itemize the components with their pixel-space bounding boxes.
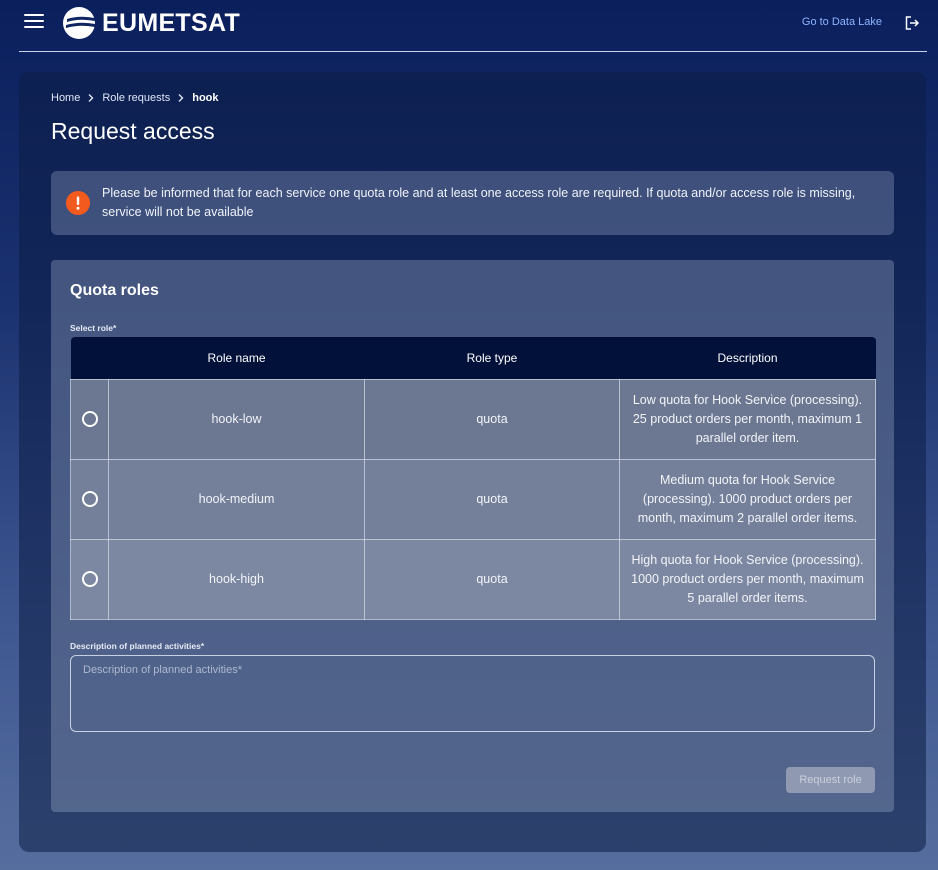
quota-roles-card: Quota roles Select role* Role name Role …: [51, 260, 894, 812]
request-role-button[interactable]: Request role: [786, 767, 875, 793]
info-icon: [66, 191, 90, 215]
header-divider: [19, 51, 927, 52]
chevron-right-icon: [88, 94, 94, 102]
logout-icon[interactable]: [904, 15, 920, 31]
main-card: Home Role requests hook Request access P…: [19, 72, 926, 852]
column-header-select: [70, 337, 109, 379]
column-header-role-type: Role type: [364, 337, 620, 379]
role-description-cell: Medium quota for Hook Service (processin…: [619, 458, 876, 540]
quota-roles-table: Role name Role type Description hook-low…: [70, 337, 876, 620]
brand-name: EUMETSAT: [102, 8, 241, 37]
page-title: Request access: [51, 118, 215, 144]
role-radio-cell[interactable]: [70, 538, 109, 620]
radio-button[interactable]: [81, 491, 98, 508]
select-role-label: Select role*: [70, 323, 117, 333]
role-description-cell: Low quota for Hook Service (processing).…: [619, 378, 876, 460]
breadcrumb: Home Role requests hook: [51, 92, 219, 104]
description-input[interactable]: [70, 655, 875, 732]
role-name-cell: hook-medium: [108, 458, 365, 540]
breadcrumb-home[interactable]: Home: [51, 92, 80, 104]
column-header-description: Description: [619, 337, 876, 379]
breadcrumb-current: hook: [192, 92, 219, 104]
go-to-data-lake-link[interactable]: Go to Data Lake: [802, 16, 882, 28]
radio-button[interactable]: [81, 411, 98, 428]
breadcrumb-role-requests[interactable]: Role requests: [102, 92, 170, 104]
top-bar: EUMETSAT Go to Data Lake: [0, 0, 938, 52]
table-header-row: Role name Role type Description: [70, 337, 876, 379]
role-name-cell: hook-high: [108, 538, 365, 620]
quota-roles-title: Quota roles: [70, 282, 159, 299]
description-label: Description of planned activities*: [70, 641, 205, 651]
role-name-cell: hook-low: [108, 378, 365, 460]
table-row[interactable]: hook-low quota Low quota for Hook Servic…: [70, 378, 876, 460]
role-description-cell: High quota for Hook Service (processing)…: [619, 538, 876, 620]
chevron-right-icon: [178, 94, 184, 102]
eumetsat-logo[interactable]: EUMETSAT: [62, 6, 240, 40]
column-header-role-name: Role name: [108, 337, 365, 379]
hamburger-menu-icon[interactable]: [24, 14, 44, 30]
role-type-cell: quota: [364, 458, 620, 540]
role-radio-cell[interactable]: [70, 458, 109, 540]
info-text: Please be informed that for each service…: [102, 186, 856, 219]
table-row[interactable]: hook-medium quota Medium quota for Hook …: [70, 458, 876, 540]
role-type-cell: quota: [364, 538, 620, 620]
radio-button[interactable]: [81, 571, 98, 588]
role-type-cell: quota: [364, 378, 620, 460]
eumetsat-logo-mark-icon: [63, 7, 95, 39]
info-alert: Please be informed that for each service…: [51, 171, 894, 235]
role-radio-cell[interactable]: [70, 378, 109, 460]
table-row[interactable]: hook-high quota High quota for Hook Serv…: [70, 538, 876, 620]
